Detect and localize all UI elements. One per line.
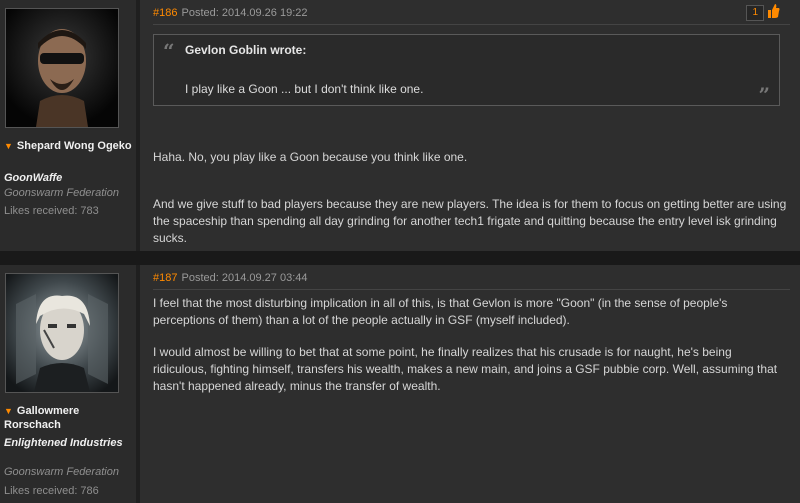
post-separator [0, 251, 800, 265]
triangle-down-icon[interactable]: ▼ [4, 406, 13, 416]
post-date: Posted: 2014.09.26 19:22 [181, 7, 308, 19]
post-author-sidebar: ▼ Shepard Wong Ogeko GoonWaffe Goonswarm … [0, 0, 136, 251]
post-number-link[interactable]: #187 [153, 272, 177, 284]
triangle-down-icon[interactable]: ▼ [4, 141, 13, 151]
author-alliance: Goonswarm Federation [4, 466, 119, 478]
forum-post-187: ▼ Gallowmere Rorschach Enlightened Indust… [0, 265, 800, 503]
like-count-badge: 1 [746, 5, 764, 21]
post-meta: #186 Posted: 2014.09.26 19:22 [153, 7, 311, 19]
avatar-portrait-image [6, 274, 118, 392]
post-meta: #187 Posted: 2014.09.27 03:44 [153, 272, 311, 284]
quote-text: I play like a Goon ... but I don't think… [185, 82, 424, 96]
author-corporation[interactable]: GoonWaffe [4, 171, 132, 185]
header-divider [153, 289, 790, 290]
post-content: #187 Posted: 2014.09.27 03:44 I feel that… [140, 265, 800, 503]
post-paragraph: Haha. No, you play like a Goon because y… [153, 150, 468, 164]
post-content: #186 Posted: 2014.09.26 19:22 1 “ Gevlon … [140, 0, 800, 251]
post-paragraph: I feel that the most disturbing implicat… [153, 296, 728, 327]
avatar-portrait-image [6, 9, 118, 127]
post-paragraph: I would almost be willing to bet that at… [153, 345, 778, 393]
forum-post-186: ▼ Shepard Wong Ogeko GoonWaffe Goonswarm … [0, 0, 800, 251]
author-alliance: Goonswarm Federation [4, 187, 119, 199]
post-date: Posted: 2014.09.27 03:44 [181, 272, 308, 284]
likes-received: Likes received: 786 [4, 485, 99, 497]
thumbs-up-icon[interactable] [766, 3, 780, 19]
post-paragraph: And we give stuff to bad players because… [153, 197, 787, 245]
header-divider [153, 24, 790, 25]
likes-received: Likes received: 783 [4, 205, 99, 217]
post-number-link[interactable]: #186 [153, 7, 177, 19]
quote-close-icon: ” [758, 83, 770, 107]
author-corporation[interactable]: Enlightened Industries [4, 436, 132, 450]
avatar[interactable] [5, 8, 119, 128]
quote-block: “ Gevlon Goblin wrote: I play like a Goo… [153, 34, 780, 107]
author-name[interactable]: ▼ Gallowmere Rorschach [4, 404, 132, 432]
quote-author: Gevlon Goblin wrote: [185, 43, 307, 57]
post-author-sidebar: ▼ Gallowmere Rorschach Enlightened Indust… [0, 265, 136, 503]
author-name[interactable]: ▼ Shepard Wong Ogeko [4, 139, 132, 153]
quote-open-icon: “ [163, 39, 175, 63]
avatar[interactable] [5, 273, 119, 393]
